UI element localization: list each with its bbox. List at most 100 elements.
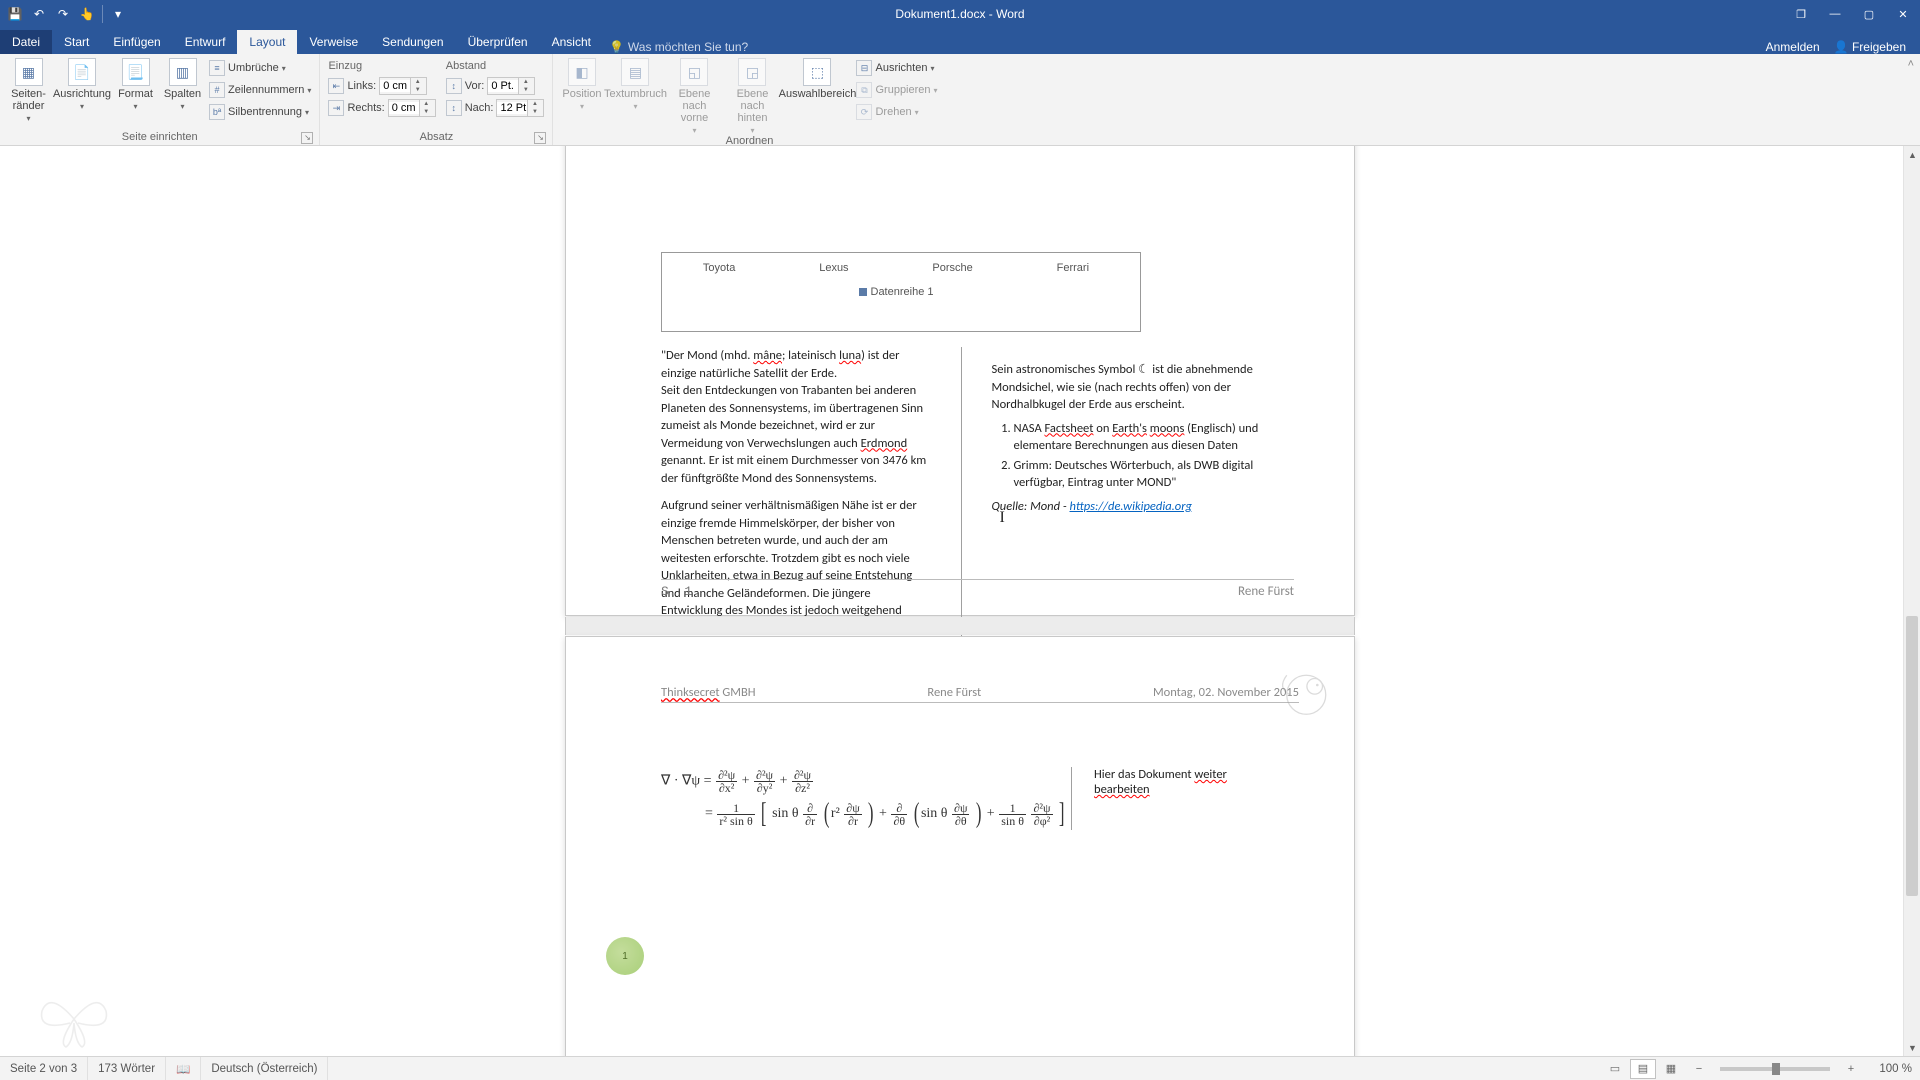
scroll-thumb[interactable] [1906, 616, 1918, 896]
header-author: Rene Fürst [927, 685, 981, 700]
footnote-marker[interactable]: 1 [606, 937, 644, 975]
group-paragraph: Einzug ⇤ Links: ▲▼ ⇥ Rechts: ▲▼ Abstand … [320, 54, 553, 145]
margins-button[interactable]: ▦ Seiten- ränder ▾ [6, 56, 51, 123]
spacing-after-input[interactable]: ▲▼ [496, 99, 544, 117]
breaks-button[interactable]: ≡Umbrüche▾ [207, 58, 313, 78]
spacing-before-input[interactable]: ▲▼ [487, 77, 535, 95]
wrap-text-button: ▤ Textumbruch▾ [606, 56, 664, 111]
wrap-icon: ▤ [621, 58, 649, 86]
status-bar: Seite 2 von 3 173 Wörter 📖 Deutsch (Öste… [0, 1056, 1920, 1080]
hyphenation-button[interactable]: bªSilbentrennung▾ [207, 102, 313, 122]
page-1: Toyota Lexus Porsche Ferrari Datenreihe … [565, 146, 1355, 616]
columns-icon: ▥ [169, 58, 197, 86]
tab-review[interactable]: Überprüfen [456, 30, 540, 54]
redo-button[interactable]: ↷ [52, 3, 74, 25]
align-icon: ⊟ [856, 60, 872, 76]
status-proofing[interactable]: 📖 [166, 1057, 201, 1080]
ribbon-display-button[interactable]: ❐ [1784, 0, 1818, 28]
line-numbers-button[interactable]: #Zeilennummern▾ [207, 80, 313, 100]
tab-start[interactable]: Start [52, 30, 101, 54]
hyphenation-icon: bª [209, 104, 225, 120]
tab-view[interactable]: Ansicht [540, 30, 603, 54]
spacing-after-row: ↕ Nach: ▲▼ [444, 98, 547, 118]
scroll-down-button[interactable]: ▼ [1904, 1039, 1920, 1056]
status-language[interactable]: Deutsch (Österreich) [201, 1057, 328, 1080]
indent-left-icon: ⇤ [328, 78, 344, 94]
indent-header: Einzug [326, 58, 437, 74]
axis-label: Toyota [703, 262, 735, 274]
zoom-in-button[interactable]: + [1838, 1059, 1864, 1079]
status-page[interactable]: Seite 2 von 3 [0, 1057, 88, 1080]
spacing-after-icon: ↕ [446, 100, 462, 116]
close-button[interactable]: ✕ [1886, 0, 1920, 28]
text-cursor: I [1000, 507, 1005, 529]
tab-file[interactable]: Datei [0, 30, 52, 54]
tab-insert[interactable]: Einfügen [101, 30, 172, 54]
ribbon-tabs: Datei Start Einfügen Entwurf Layout Verw… [0, 28, 1920, 54]
send-backward-button: ◲ Ebene nach hinten▾ [724, 56, 780, 135]
orientation-icon: 📄 [68, 58, 96, 86]
tab-mailings[interactable]: Sendungen [370, 30, 455, 54]
page-body[interactable]: ∇ · ∇ψ = ∂²ψ∂x² + ∂²ψ∂y² + ∂²ψ∂z² = 1r² … [661, 767, 1261, 830]
rotate-icon: ⟳ [856, 104, 872, 120]
source-link[interactable]: https://de.wikipedia.org [1070, 499, 1192, 514]
dialog-launcher[interactable]: ↘ [534, 132, 546, 144]
header-company: Thinksecret GMBH [661, 685, 756, 700]
spacing-before-icon: ↕ [446, 78, 462, 94]
sign-in-link[interactable]: Anmelden [1766, 40, 1820, 54]
read-mode-button[interactable]: ▭ [1602, 1059, 1628, 1079]
save-button[interactable]: 💾 [4, 3, 26, 25]
tab-design[interactable]: Entwurf [173, 30, 238, 54]
axis-label: Lexus [819, 262, 848, 274]
tab-references[interactable]: Verweise [297, 30, 370, 54]
collapse-ribbon-button[interactable]: ˄ [1902, 54, 1920, 145]
zoom-slider[interactable] [1720, 1067, 1830, 1071]
lightbulb-icon: 💡 [609, 40, 624, 54]
legend-swatch [859, 288, 867, 296]
rotate-button: ⟳Drehen▾ [854, 102, 939, 122]
reference-item: Grimm: Deutsches Wörterbuch, als DWB dig… [1014, 457, 1262, 492]
web-layout-button[interactable]: ▦ [1658, 1059, 1684, 1079]
chevron-down-icon: ▾ [180, 102, 184, 111]
group-arrange: ◧ Position▾ ▤ Textumbruch▾ ◱ Ebene nach … [553, 54, 945, 145]
qat-more-button[interactable]: ▾ [107, 3, 129, 25]
share-button[interactable]: 👤 Freigeben [1834, 40, 1906, 54]
selection-icon: ⬚ [803, 58, 831, 86]
maximize-button[interactable]: ▢ [1852, 0, 1886, 28]
status-words[interactable]: 173 Wörter [88, 1057, 166, 1080]
vertical-scrollbar[interactable]: ▲ ▼ [1903, 146, 1920, 1056]
touch-mode-button[interactable]: 👆 [76, 3, 98, 25]
zoom-level[interactable]: 100 % [1866, 1063, 1912, 1075]
axis-label: Porsche [932, 262, 972, 274]
side-column[interactable]: Hier das Dokument weiter bearbeiten [1071, 767, 1261, 830]
zoom-out-button[interactable]: − [1686, 1059, 1712, 1079]
chevron-down-icon: ▾ [80, 102, 84, 111]
selection-pane-button[interactable]: ⬚ Auswahlbereich [782, 56, 852, 100]
indent-right-input[interactable]: ▲▼ [388, 99, 436, 117]
position-button: ◧ Position▾ [559, 56, 604, 111]
columns-button[interactable]: ▥ Spalten ▾ [160, 56, 205, 111]
group-button: ⧉Gruppieren▾ [854, 80, 939, 100]
chevron-down-icon: ▾ [133, 102, 137, 111]
tab-layout[interactable]: Layout [237, 30, 297, 54]
orientation-button[interactable]: 📄 Ausrichtung ▾ [53, 56, 111, 111]
align-button[interactable]: ⊟Ausrichten▾ [854, 58, 939, 78]
page-2: Thinksecret GMBH Rene Fürst Montag, 02. … [565, 636, 1355, 1056]
print-layout-button[interactable]: ▤ [1630, 1059, 1656, 1079]
dialog-launcher[interactable]: ↘ [301, 132, 313, 144]
document-area[interactable]: Toyota Lexus Porsche Ferrari Datenreihe … [0, 146, 1920, 1056]
size-button[interactable]: 📃 Format ▾ [113, 56, 158, 111]
undo-button[interactable]: ↶ [28, 3, 50, 25]
footer-page-number: S. 1 [661, 584, 692, 599]
minimize-button[interactable]: — [1818, 0, 1852, 28]
axis-label: Ferrari [1057, 262, 1089, 274]
position-icon: ◧ [568, 58, 596, 86]
breaks-icon: ≡ [209, 60, 225, 76]
indent-left-input[interactable]: ▲▼ [379, 77, 427, 95]
share-icon: 👤 [1834, 40, 1849, 54]
equation-block[interactable]: ∇ · ∇ψ = ∂²ψ∂x² + ∂²ψ∂y² + ∂²ψ∂z² = 1r² … [661, 767, 1071, 830]
line-numbers-icon: # [209, 82, 225, 98]
scroll-up-button[interactable]: ▲ [1904, 146, 1920, 163]
chart-axis-legend: Toyota Lexus Porsche Ferrari Datenreihe … [661, 262, 1131, 298]
tell-me-search[interactable]: 💡 Was möchten Sie tun? [609, 40, 748, 54]
